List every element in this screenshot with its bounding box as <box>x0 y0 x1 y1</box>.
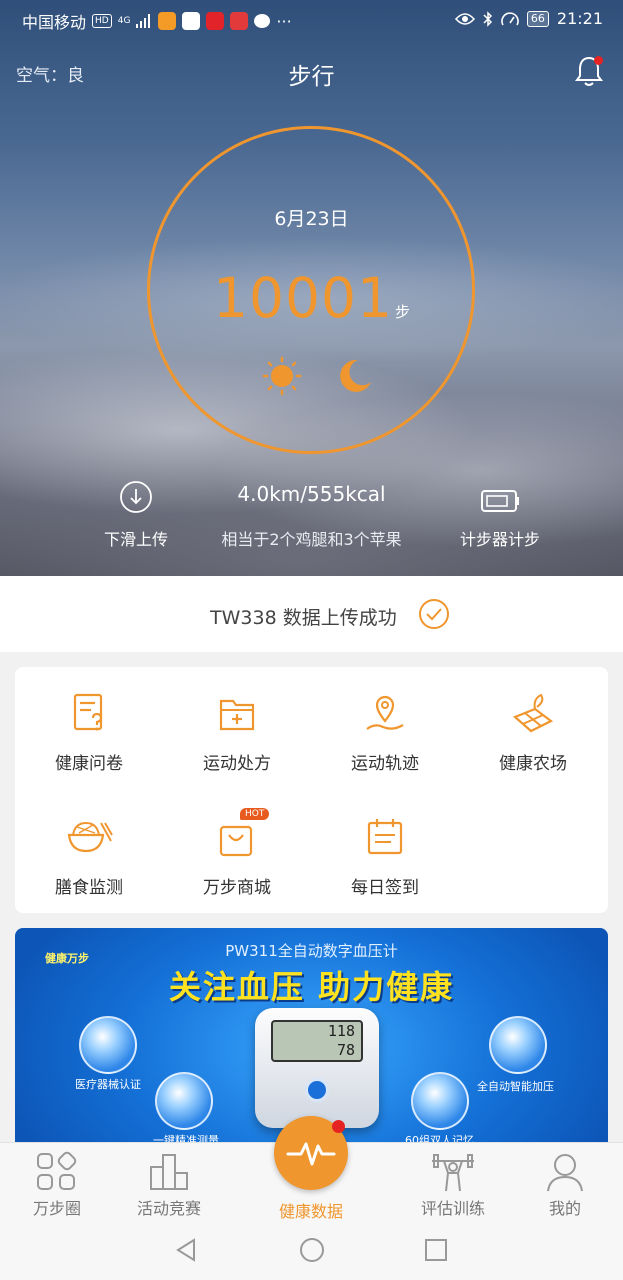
banner-title: 关注血压 助力健康 <box>168 968 455 1006</box>
app-notification-icon <box>230 12 249 30</box>
steps-unit: 步 <box>394 303 410 321</box>
speed-icon <box>501 11 519 25</box>
banner-tag: 医疗器械认证 <box>75 1078 141 1091</box>
device-power-button <box>305 1078 329 1102</box>
steps-date: 6月23日 <box>274 208 349 230</box>
tab-label-health-data: 健康数据 <box>278 1202 343 1221</box>
feature-grid: 健康问卷 运动处方 运动轨迹 健康农场 膳食监测 万步商城 每日签到 <box>15 667 608 913</box>
message-icon <box>254 14 271 28</box>
network-type: 4G <box>117 15 131 26</box>
upload-status-bar: TW338 数据上传成功 <box>0 576 623 652</box>
banner-logo: 健康万步 <box>45 952 89 965</box>
grid-item-label: 膳食监测 <box>55 878 123 898</box>
location-track-icon <box>366 695 404 730</box>
weightlifting-icon <box>432 1154 474 1192</box>
touch-measure-icon <box>155 1072 213 1130</box>
recents-icon[interactable] <box>422 1236 450 1264</box>
distance-calories: 4.0km/555kcal <box>237 482 386 506</box>
health-data-notification-dot <box>332 1120 345 1133</box>
user-icon <box>547 1154 583 1192</box>
banner-tag: 一键精准测量 <box>153 1134 219 1142</box>
grid-item-label: 健康农场 <box>499 754 567 774</box>
home-icon[interactable] <box>298 1236 326 1264</box>
memory-users-icon <box>411 1072 469 1130</box>
clock: 21:21 <box>556 9 603 28</box>
bluetooth-icon <box>483 10 492 27</box>
podium-icon <box>150 1154 188 1190</box>
questionnaire-icon <box>73 693 103 731</box>
tab-label: 万步圈 <box>32 1199 81 1218</box>
hero-section: 中国移动 HD 4G ··· 66 21:21 空气：良 步行 6月23日 10… <box>0 0 623 576</box>
sun-icon[interactable] <box>262 356 302 396</box>
signal-icon <box>136 14 151 28</box>
hot-badge: HOT <box>240 808 270 820</box>
device-reading-bottom: 78 <box>336 1041 355 1059</box>
grid-item-label: 每日签到 <box>351 878 419 898</box>
upload-status-text: TW338 数据上传成功 <box>210 607 397 629</box>
grid-item-label: 万步商城 <box>203 878 271 898</box>
status-bar: 中国移动 HD 4G ··· 66 21:21 <box>0 0 623 38</box>
eye-icon <box>454 12 475 25</box>
certification-badge-icon <box>79 1016 137 1074</box>
grid-item-prescription[interactable]: 运动处方 <box>163 691 311 774</box>
grid-item-track[interactable]: 运动轨迹 <box>311 691 459 774</box>
auto-pressure-icon <box>489 1016 547 1074</box>
pedometer-icon <box>481 490 519 512</box>
more-notifications-icon: ··· <box>276 11 292 31</box>
shopping-bag-icon <box>219 825 253 857</box>
banner-tag: 全自动智能加压 <box>477 1080 554 1093</box>
pedometer-label: 计步器计步 <box>459 530 540 549</box>
banner-subtitle: PW311全自动数字血压计 <box>225 942 398 960</box>
app-notification-icon <box>206 12 225 30</box>
grid-item-shop[interactable]: 万步商城 <box>163 815 311 898</box>
app-notification-icon <box>182 12 201 30</box>
tab-assessment[interactable]: 评估训练 <box>398 1143 508 1219</box>
diet-bowl-icon <box>67 821 113 853</box>
battery-indicator: 66 <box>526 10 549 27</box>
notification-bell-button[interactable] <box>574 54 604 88</box>
tab-competitions[interactable]: 活动竞赛 <box>114 1143 224 1219</box>
steps-count: 10001 步 <box>0 266 623 330</box>
tab-label: 活动竞赛 <box>136 1199 201 1218</box>
grid-item-diet[interactable]: 膳食监测 <box>15 815 163 898</box>
grid-item-label: 运动处方 <box>203 754 271 774</box>
banner-tag: 60组双人记忆 <box>405 1134 474 1142</box>
tab-profile[interactable]: 我的 <box>510 1143 620 1219</box>
blood-pressure-monitor-image: 118 78 <box>255 1008 379 1128</box>
page-title: 步行 <box>288 64 335 90</box>
prescription-folder-icon <box>219 699 255 731</box>
moon-icon[interactable] <box>334 356 374 396</box>
promo-banner[interactable]: PW311全自动数字血压计 关注血压 助力健康 健康万步 118 78 医疗器械… <box>15 928 608 1142</box>
farm-icon <box>512 693 554 733</box>
back-icon[interactable] <box>172 1236 200 1264</box>
tab-label: 我的 <box>548 1199 581 1218</box>
tab-steps-circle[interactable]: 万步圈 <box>2 1143 112 1219</box>
grid-item-farm[interactable]: 健康农场 <box>459 691 607 774</box>
app-notification-icon <box>158 12 177 30</box>
hd-badge: HD <box>92 14 112 28</box>
check-circle-icon <box>419 599 449 629</box>
tab-label: 评估训练 <box>420 1199 485 1218</box>
grid-item-label: 健康问卷 <box>55 754 123 774</box>
carrier-name: 中国移动 <box>22 13 87 32</box>
system-nav-bar <box>0 1222 623 1280</box>
device-screen: 118 78 <box>271 1020 363 1062</box>
grid-item-checkin[interactable]: 每日签到 <box>311 815 459 898</box>
steps-circle-icon <box>37 1151 77 1190</box>
calendar-checkin-icon <box>367 819 403 855</box>
grid-item-label: 运动轨迹 <box>351 754 419 774</box>
steps-number: 10001 <box>213 266 393 330</box>
notification-dot <box>594 56 603 65</box>
device-reading-top: 118 <box>327 1022 355 1040</box>
grid-item-questionnaire[interactable]: 健康问卷 <box>15 691 163 774</box>
